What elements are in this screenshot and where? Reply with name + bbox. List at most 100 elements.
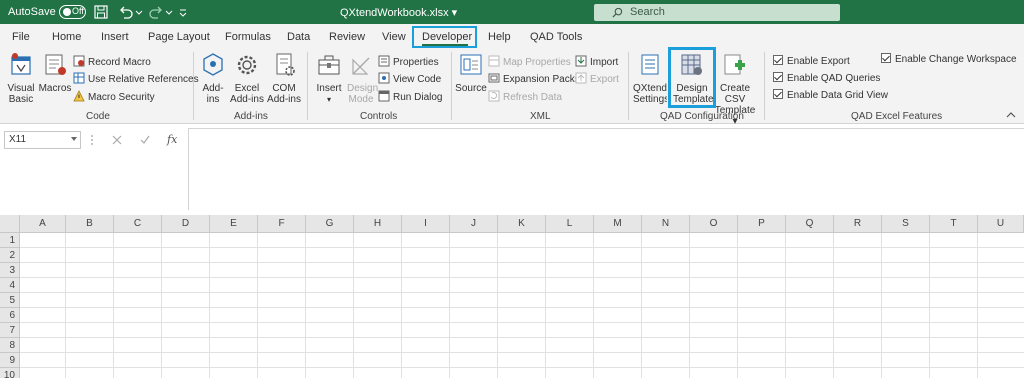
column-header[interactable]: Q: [786, 215, 834, 233]
autosave-toggle[interactable]: Off: [59, 5, 86, 19]
record-macro-icon: [73, 55, 85, 67]
checkbox-checked-icon: [773, 89, 783, 99]
search-box[interactable]: Search: [594, 4, 840, 21]
enter-check-icon[interactable]: [140, 135, 150, 145]
export-icon: [575, 72, 587, 84]
redo-dropdown-icon[interactable]: [165, 4, 173, 20]
drag-handle-icon[interactable]: [90, 134, 94, 146]
column-header[interactable]: P: [738, 215, 786, 233]
chevron-down-icon: ▾: [326, 95, 331, 104]
column-header[interactable]: D: [162, 215, 210, 233]
column-header[interactable]: G: [306, 215, 354, 233]
row-header[interactable]: 9: [0, 353, 20, 368]
row-header[interactable]: 6: [0, 308, 20, 323]
select-all-corner[interactable]: [0, 215, 20, 233]
redo-icon[interactable]: [148, 4, 164, 20]
column-header[interactable]: S: [882, 215, 930, 233]
formula-input[interactable]: [188, 128, 1024, 210]
map-properties-button[interactable]: Map Properties: [488, 55, 571, 69]
enable-export-checkbox[interactable]: Enable Export: [773, 55, 850, 69]
column-header[interactable]: L: [546, 215, 594, 233]
row-header[interactable]: 1: [0, 233, 20, 248]
column-header[interactable]: U: [978, 215, 1024, 233]
title-bar: AutoSave Off QXtendWorkbook.xlsx ▾ Searc…: [0, 0, 1024, 24]
expansion-packs-button[interactable]: Expansion Packs: [488, 72, 580, 86]
tab-formulas[interactable]: Formulas: [225, 31, 271, 43]
use-relative-label: Use Relative References: [88, 74, 199, 85]
row-header[interactable]: 2: [0, 248, 20, 263]
ribbon-tabs: File Home Insert Page Layout Formulas Da…: [0, 24, 1024, 48]
enable-export-label: Enable Export: [787, 56, 850, 67]
column-header[interactable]: O: [690, 215, 738, 233]
design-mode-button[interactable]: Design Mode: [345, 52, 378, 105]
com-addins-label: COM Add-ins: [267, 83, 301, 105]
view-code-button[interactable]: View Code: [378, 72, 441, 86]
chevron-down-icon[interactable]: [71, 137, 77, 141]
excel-addins-button[interactable]: Excel Add-ins: [229, 52, 265, 105]
use-relative-references-button[interactable]: Use Relative References: [73, 72, 199, 86]
column-header[interactable]: M: [594, 215, 642, 233]
tab-help[interactable]: Help: [488, 31, 511, 43]
column-header[interactable]: T: [930, 215, 978, 233]
column-header[interactable]: I: [402, 215, 450, 233]
cancel-icon[interactable]: [112, 135, 122, 145]
com-addins-button[interactable]: COM Add-ins: [266, 52, 302, 105]
run-dialog-button[interactable]: Run Dialog: [378, 90, 442, 104]
qxtend-settings-button[interactable]: QXtend Settings: [633, 52, 667, 105]
macros-button[interactable]: Macros: [38, 52, 72, 94]
row-header[interactable]: 10: [0, 368, 20, 378]
tab-file[interactable]: File: [12, 31, 30, 43]
column-header[interactable]: A: [20, 215, 66, 233]
search-icon: [612, 7, 623, 18]
row-header[interactable]: 8: [0, 338, 20, 353]
undo-icon[interactable]: [118, 4, 134, 20]
insert-function-icon[interactable]: fx: [167, 133, 177, 146]
row-header[interactable]: 3: [0, 263, 20, 278]
qxtend-settings-label: QXtend Settings: [633, 83, 667, 105]
column-header[interactable]: C: [114, 215, 162, 233]
column-header[interactable]: H: [354, 215, 402, 233]
group-separator: [628, 52, 629, 120]
column-header[interactable]: F: [258, 215, 306, 233]
enable-data-grid-view-checkbox[interactable]: Enable Data Grid View: [773, 89, 888, 103]
insert-control-button[interactable]: Insert ▾: [313, 52, 345, 105]
addins-button[interactable]: Add-ins: [198, 52, 228, 105]
import-button[interactable]: Import: [575, 55, 618, 69]
tab-view[interactable]: View: [382, 31, 406, 43]
source-button[interactable]: Source: [455, 52, 487, 94]
record-macro-button[interactable]: Record Macro: [73, 55, 151, 69]
tab-insert[interactable]: Insert: [101, 31, 129, 43]
export-button[interactable]: Export: [575, 72, 619, 86]
tab-page-layout[interactable]: Page Layout: [148, 31, 210, 43]
enable-qad-queries-checkbox[interactable]: Enable QAD Queries: [773, 72, 880, 86]
row-header[interactable]: 5: [0, 293, 20, 308]
column-header[interactable]: K: [498, 215, 546, 233]
properties-button[interactable]: Properties: [378, 55, 439, 69]
save-icon[interactable]: [93, 4, 109, 20]
macro-security-button[interactable]: Macro Security: [73, 90, 155, 104]
ribbon: Visual Basic Macros Record Macro Use Rel…: [0, 48, 1024, 127]
refresh-data-button[interactable]: Refresh Data: [488, 90, 562, 104]
tab-data[interactable]: Data: [287, 31, 310, 43]
enable-change-workspace-checkbox[interactable]: Enable Change Workspace: [881, 53, 1017, 67]
row-header[interactable]: 7: [0, 323, 20, 338]
column-header[interactable]: B: [66, 215, 114, 233]
gear-icon: [237, 55, 257, 75]
column-header[interactable]: R: [834, 215, 882, 233]
visual-basic-button[interactable]: Visual Basic: [4, 52, 38, 105]
customize-qat-icon[interactable]: [178, 4, 188, 20]
undo-dropdown-icon[interactable]: [135, 4, 143, 20]
tab-review[interactable]: Review: [329, 31, 365, 43]
column-header[interactable]: E: [210, 215, 258, 233]
column-header[interactable]: N: [642, 215, 690, 233]
run-dialog-label: Run Dialog: [393, 92, 443, 103]
view-code-label: View Code: [393, 74, 442, 85]
enable-qad-queries-label: Enable QAD Queries: [787, 73, 881, 84]
worksheet-grid[interactable]: [0, 215, 1024, 378]
tab-home[interactable]: Home: [52, 31, 81, 43]
name-box[interactable]: X11: [4, 131, 81, 149]
row-header[interactable]: 4: [0, 278, 20, 293]
column-header[interactable]: J: [450, 215, 498, 233]
collapse-ribbon-icon[interactable]: [1005, 110, 1017, 120]
tab-qad-tools[interactable]: QAD Tools: [530, 31, 582, 43]
